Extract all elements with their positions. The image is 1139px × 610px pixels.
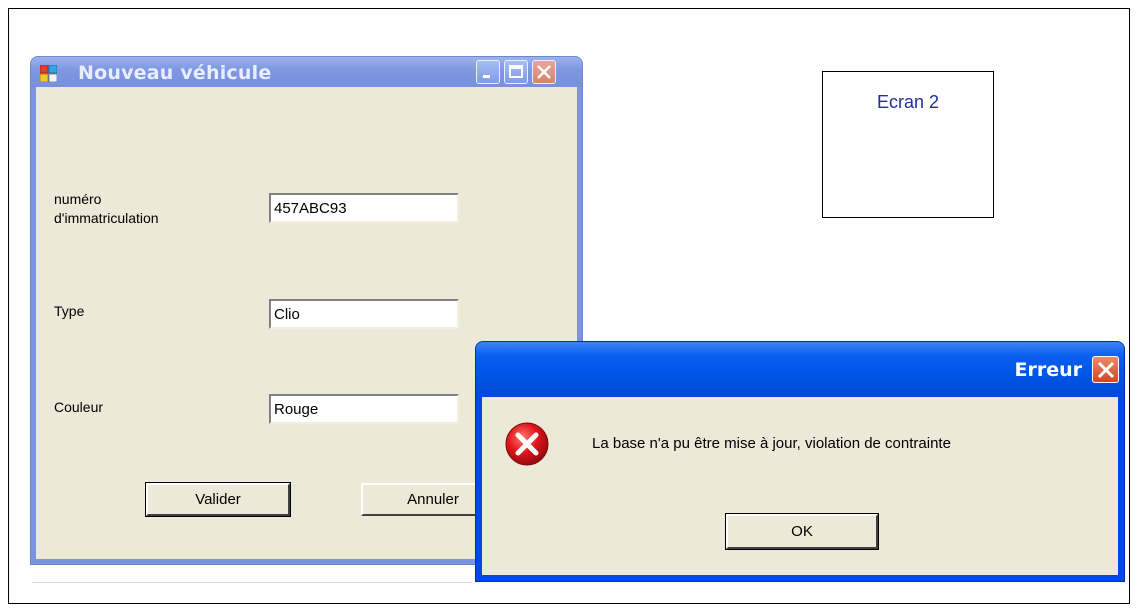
divider-line (32, 582, 472, 583)
close-button[interactable] (532, 60, 556, 84)
error-icon (505, 422, 549, 466)
dialog-title: Erreur (1014, 359, 1082, 381)
maximize-icon (509, 65, 523, 78)
minimize-icon (483, 75, 490, 78)
validate-button[interactable]: Valider (145, 482, 291, 517)
dialog-titlebar[interactable]: Erreur (476, 342, 1124, 397)
window-titlebar[interactable]: Nouveau véhicule (31, 57, 582, 87)
close-icon (1097, 361, 1115, 379)
minimize-button[interactable] (476, 60, 500, 84)
window-title: Nouveau véhicule (78, 62, 272, 84)
type-input[interactable] (269, 299, 459, 329)
maximize-button[interactable] (504, 60, 528, 84)
error-message: La base n'a pu être mise à jour, violati… (592, 435, 951, 452)
app-icon (39, 64, 58, 83)
screen-label-box: Ecran 2 (822, 71, 994, 218)
color-label: Couleur (54, 399, 104, 415)
close-icon (537, 65, 551, 79)
dialog-close-button[interactable] (1092, 356, 1119, 383)
registration-label: numéro d'immatriculation (54, 191, 159, 226)
type-label: Type (54, 303, 85, 319)
dialog-client-area: La base n'a pu être mise à jour, violati… (482, 397, 1118, 575)
color-input[interactable] (269, 394, 459, 424)
error-dialog: Erreur La base n'a pu être mise à jour, … (475, 341, 1125, 582)
ok-button[interactable]: OK (725, 513, 879, 550)
registration-input[interactable] (269, 193, 459, 223)
screen-label: Ecran 2 (876, 92, 940, 112)
